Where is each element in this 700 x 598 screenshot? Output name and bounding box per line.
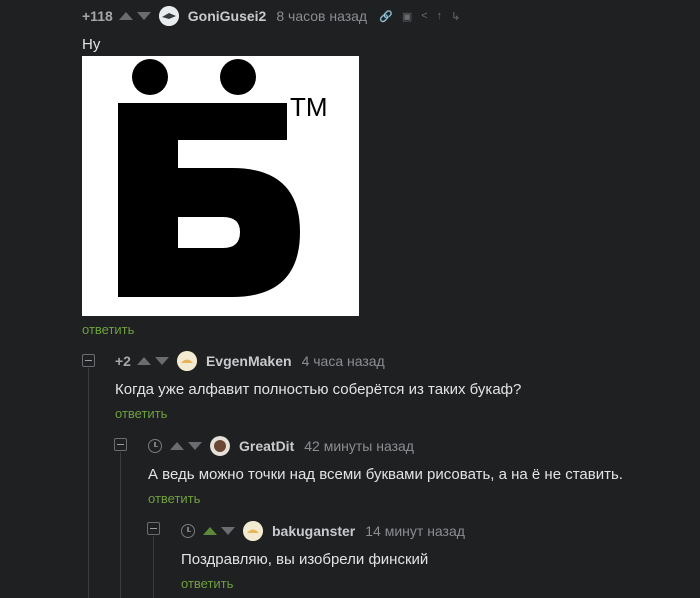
comment-text: Ну [82, 36, 101, 53]
clock-icon [181, 524, 195, 538]
save-icon[interactable]: ▣ [402, 10, 412, 23]
comment-header: +118 GoniGusei2 8 часов назад 🔗 ▣ < ↑ ↳ [82, 5, 460, 27]
avatar[interactable] [176, 351, 197, 371]
reply-link[interactable]: ответить [115, 406, 167, 421]
upvote-button[interactable] [136, 357, 151, 365]
username[interactable]: bakuganster [272, 523, 355, 539]
upvote-button[interactable] [118, 12, 133, 20]
comment-text: Когда уже алфавит полностью соберётся из… [115, 381, 522, 398]
upvote-button[interactable] [170, 442, 184, 450]
comment-text: А ведь можно точки над всеми буквами рис… [148, 466, 623, 483]
username[interactable]: GoniGusei2 [188, 8, 267, 24]
reply-link[interactable]: ответить [148, 491, 200, 506]
timestamp[interactable]: 42 минуты назад [304, 438, 414, 454]
branch-icon[interactable]: ↳ [451, 10, 460, 23]
share-icon[interactable]: < [421, 10, 427, 22]
timestamp[interactable]: 14 минут назад [365, 523, 465, 539]
reply-link[interactable]: ответить [82, 322, 134, 337]
timestamp[interactable]: 4 часа назад [302, 353, 385, 369]
upvote-button[interactable] [203, 527, 217, 535]
collapse-button[interactable] [82, 354, 95, 367]
thread-line [120, 452, 121, 598]
rating: +2 [115, 353, 131, 369]
avatar[interactable] [243, 521, 263, 541]
parent-arrow-icon[interactable]: ↑ [437, 10, 443, 22]
thread-line [153, 536, 154, 598]
username[interactable]: GreatDit [239, 438, 294, 454]
rating: +118 [82, 8, 113, 24]
collapse-button[interactable] [114, 438, 127, 451]
comment-text: Поздравляю, вы изобрели финский [181, 551, 429, 568]
avatar[interactable] [158, 6, 179, 26]
comment-header: GreatDit 42 минуты назад [148, 435, 426, 457]
downvote-button[interactable] [154, 357, 169, 365]
avatar[interactable] [210, 436, 230, 456]
downvote-button[interactable] [221, 527, 235, 535]
reply-link[interactable]: ответить [181, 576, 233, 591]
link-icon[interactable]: 🔗 [379, 10, 393, 23]
trademark-mark: TM [290, 92, 328, 122]
clock-icon [148, 439, 162, 453]
collapse-button[interactable] [147, 522, 160, 535]
comment-header: +2 EvgenMaken 4 часа назад [115, 350, 397, 372]
comment-image[interactable]: TM [82, 56, 359, 316]
thread-line [88, 368, 89, 598]
timestamp[interactable]: 8 часов назад [276, 8, 367, 24]
username[interactable]: EvgenMaken [206, 353, 292, 369]
downvote-button[interactable] [188, 442, 202, 450]
downvote-button[interactable] [136, 12, 151, 20]
comment-header: bakuganster 14 минут назад [181, 520, 477, 542]
